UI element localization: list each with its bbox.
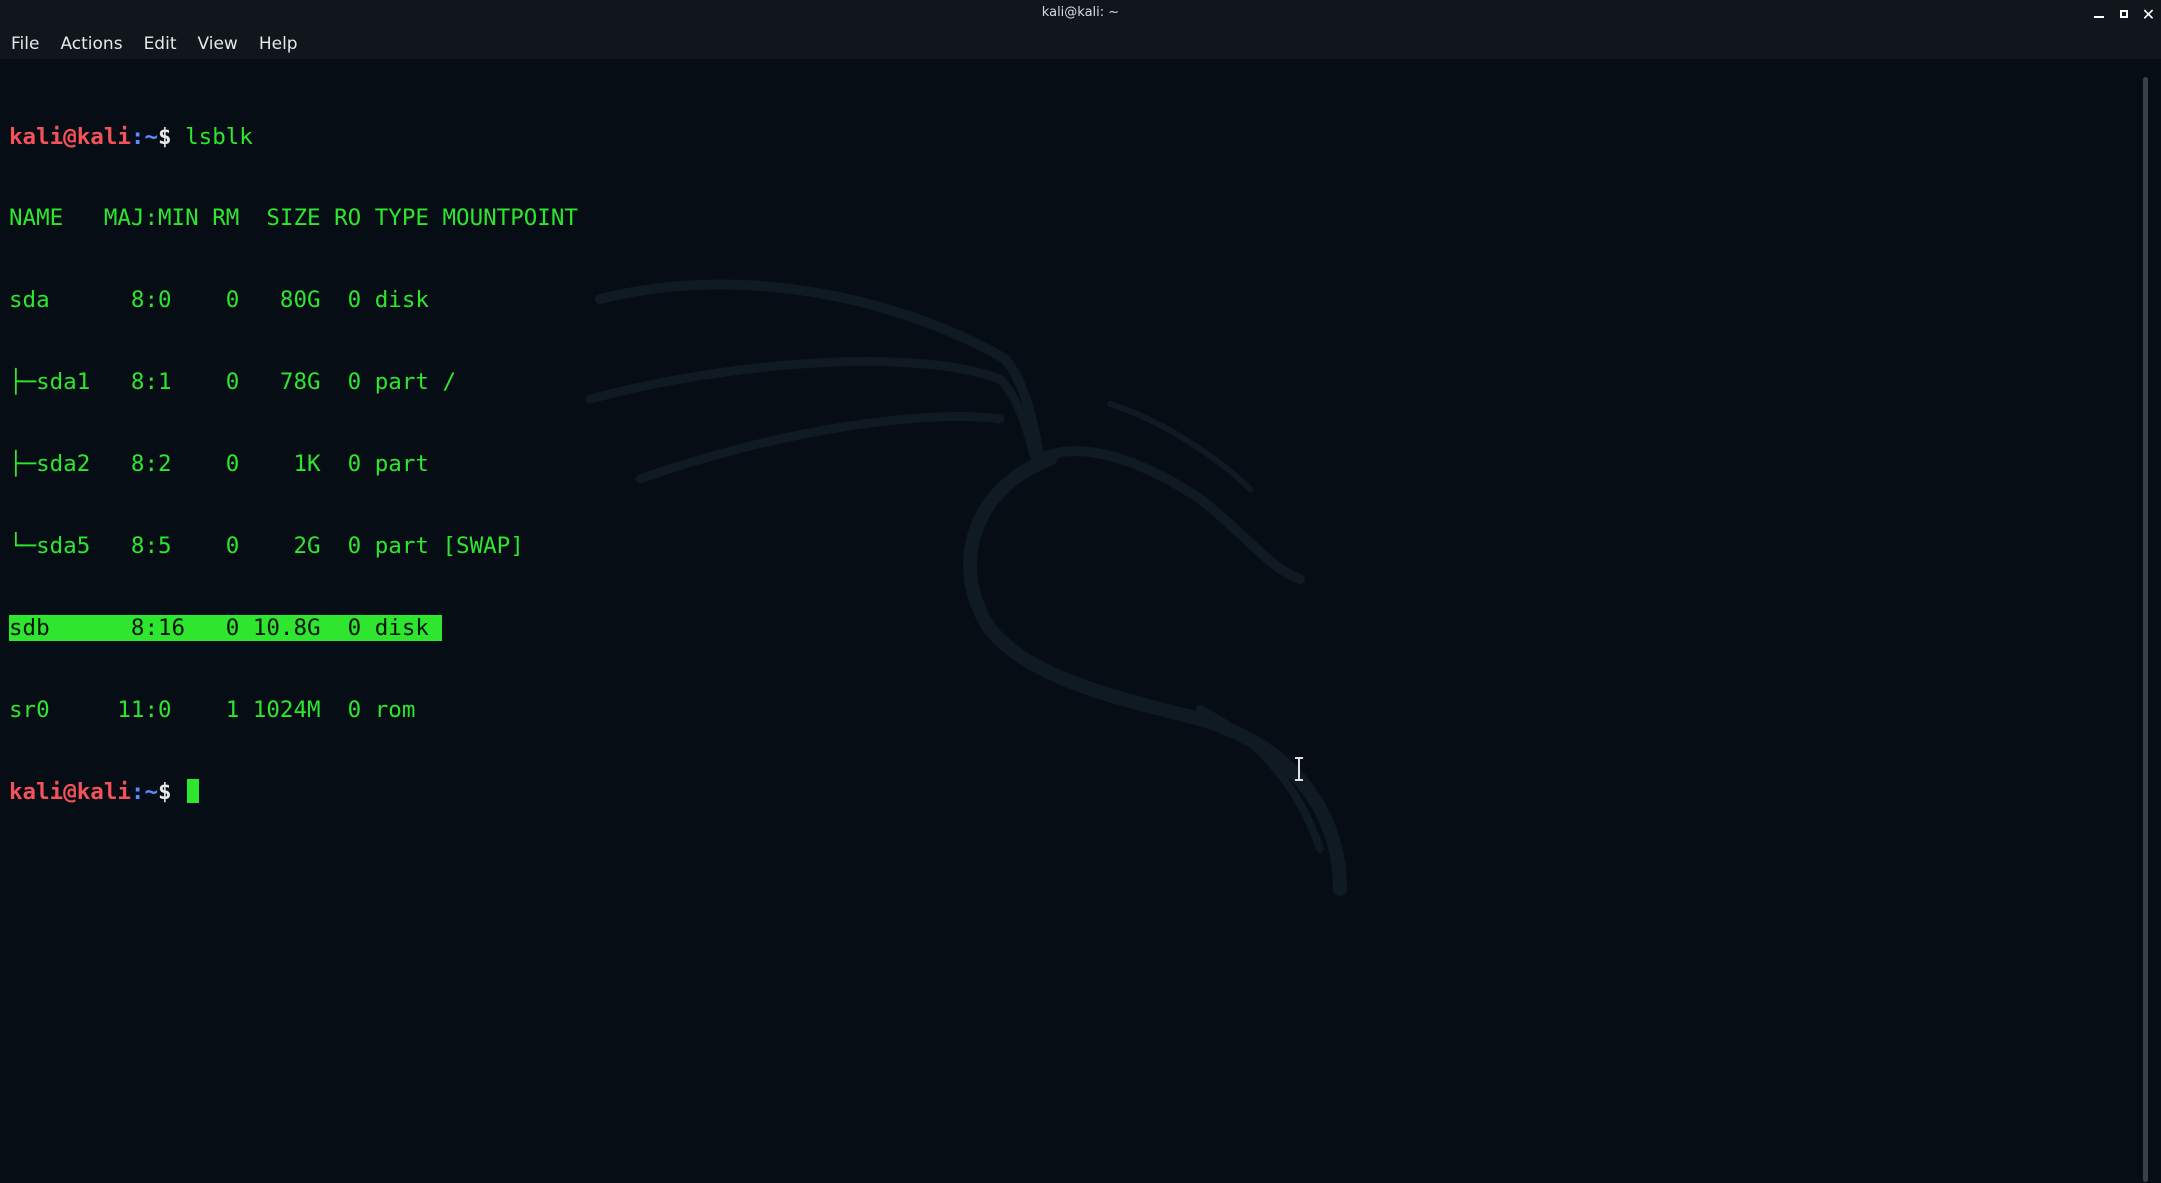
terminal-window: kali@kali: ~ ✕ File Actions Edit View He… [0, 0, 2161, 1183]
prompt-dollar: $ [158, 778, 172, 805]
output-header: NAME MAJ:MIN RM SIZE RO TYPE MOUNTPOINT [9, 205, 578, 232]
menu-bar: File Actions Edit View Help [0, 28, 2161, 59]
terminal-output: kali@kali:~$ lsblk NAME MAJ:MIN RM SIZE … [9, 69, 578, 861]
maximize-button[interactable] [2111, 2, 2136, 26]
minimize-button[interactable] [2086, 2, 2111, 26]
prompt-path: :~ [130, 778, 159, 805]
output-row-highlighted: sdb 8:16 0 10.8G 0 disk [9, 614, 578, 642]
minimize-icon [2093, 16, 2104, 18]
command-line: kali@kali:~$ lsblk [9, 124, 578, 151]
prompt-path: :~ [130, 123, 159, 150]
output-row: ├─sda2 8:2 0 1K 0 part [9, 451, 429, 478]
maximize-icon [2119, 10, 2128, 18]
window-title: kali@kali: ~ [1041, 5, 1120, 20]
prompt-line: kali@kali:~$ [9, 778, 578, 806]
command-text: lsblk [185, 123, 253, 150]
menu-actions[interactable]: Actions [49, 34, 132, 54]
prompt-user: kali@kali [9, 123, 131, 150]
text-cursor [187, 778, 200, 803]
scrollbar[interactable] [2130, 59, 2161, 1183]
scrollbar-thumb[interactable] [2143, 77, 2148, 1182]
selection-highlight: sdb 8:16 0 10.8G 0 disk [9, 614, 443, 641]
terminal-area[interactable]: kali@kali:~$ lsblk NAME MAJ:MIN RM SIZE … [0, 59, 2130, 1183]
output-row: └─sda5 8:5 0 2G 0 part [SWAP] [9, 533, 524, 560]
output-row: sda 8:0 0 80G 0 disk [9, 287, 429, 314]
output-row: sr0 11:0 1 1024M 0 rom [9, 696, 416, 723]
prompt-dollar: $ [158, 123, 172, 150]
menu-file[interactable]: File [0, 34, 49, 54]
menu-help[interactable]: Help [248, 34, 308, 54]
output-row: ├─sda1 8:1 0 78G 0 part / [9, 369, 457, 396]
window-controls: ✕ [2086, 2, 2161, 26]
close-button[interactable]: ✕ [2136, 2, 2161, 26]
menu-edit[interactable]: Edit [133, 34, 187, 54]
close-icon: ✕ [2141, 4, 2156, 24]
ibeam-cursor-icon [1295, 757, 1303, 781]
menu-view[interactable]: View [186, 34, 247, 54]
prompt-user: kali@kali [9, 778, 131, 805]
title-bar[interactable]: kali@kali: ~ ✕ [0, 0, 2161, 28]
